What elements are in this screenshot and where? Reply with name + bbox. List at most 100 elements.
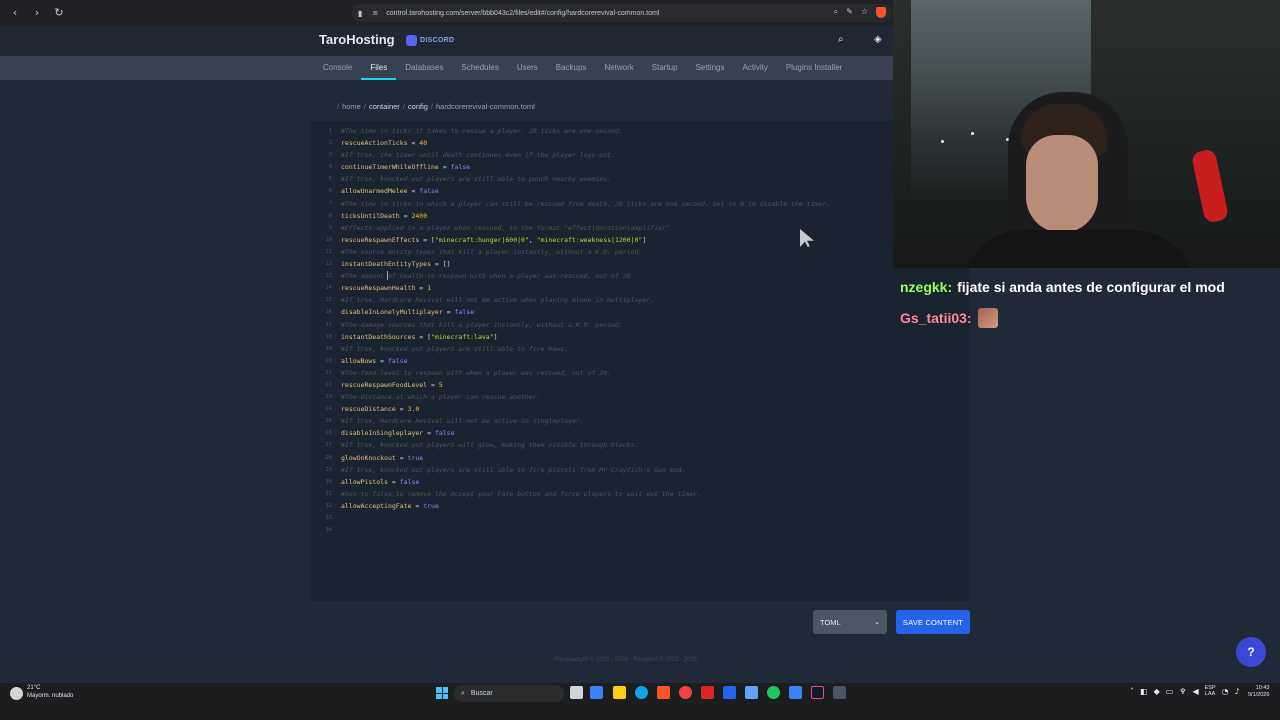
code-line[interactable]: ticksUntilDeath = 2400 — [341, 210, 830, 222]
bookmark-icon[interactable]: ▮ — [358, 9, 362, 18]
tab-databases[interactable]: Databases — [396, 56, 452, 80]
tab-console[interactable]: Console — [314, 56, 361, 80]
code-line[interactable]: rescueRespawnHealth = 1 — [341, 282, 830, 294]
code-token: false — [434, 429, 455, 438]
code-line[interactable]: disableInLonelyMultiplayer = false — [341, 306, 830, 318]
code-line[interactable]: continueTimerWhileOffline = false — [341, 161, 830, 173]
mic-icon[interactable]: ♆ — [1179, 687, 1186, 696]
code-token: "minecraft:lava" — [431, 332, 494, 341]
tab-startup[interactable]: Startup — [643, 56, 687, 80]
code-token: "minecraft:hunger|600|0" — [434, 235, 529, 244]
input-language[interactable]: ESP LAA — [1205, 685, 1216, 697]
code-line[interactable]: #The food level to respawn with when a p… — [341, 367, 830, 379]
code-line[interactable]: #If true, knocked out players will glow,… — [341, 439, 830, 451]
code-line[interactable]: #If true, Hardcore Revival will not be a… — [341, 294, 830, 306]
edit-icon[interactable]: ✎ — [846, 7, 853, 18]
tab-files[interactable]: Files — [361, 56, 397, 80]
code-line[interactable]: #Effects applied to a player when rescue… — [341, 222, 830, 234]
task-view-icon[interactable] — [570, 686, 583, 699]
breadcrumb-file: hardcorerevival-common.toml — [436, 102, 535, 111]
reload-icon[interactable]: ↻ — [52, 6, 66, 20]
obs-icon[interactable] — [679, 686, 692, 699]
start-icon[interactable] — [436, 687, 448, 699]
tab-activity[interactable]: Activity — [733, 56, 776, 80]
code-line[interactable]: allowAcceptingFate = true — [341, 500, 830, 512]
drive-icon[interactable]: ▭ — [1166, 687, 1174, 696]
code-line[interactable]: disableInSingleplayer = false — [341, 427, 830, 439]
volume-icon[interactable]: ◀ — [1192, 687, 1198, 696]
code-line[interactable]: #The source entity types that kill a pla… — [341, 246, 830, 258]
breadcrumb-config[interactable]: config — [408, 102, 428, 111]
brand-logo[interactable]: TaroHosting — [319, 32, 395, 47]
clock[interactable]: 10:43 9/1/2026 — [1248, 685, 1269, 699]
code-line[interactable] — [341, 524, 830, 536]
code-line[interactable]: allowUnarmedMelee = false — [341, 185, 830, 197]
code-line[interactable]: rescueActionTicks = 40 — [341, 137, 830, 149]
tab-backups[interactable]: Backups — [547, 56, 596, 80]
tab-settings[interactable]: Settings — [687, 56, 734, 80]
code-line[interactable]: #If true, Hardcore Revival will not be a… — [341, 415, 830, 427]
back-icon[interactable]: ‹ — [8, 6, 22, 20]
code-line[interactable]: rescueRespawnFoodLevel = 5 — [341, 379, 830, 391]
speaker-icon[interactable]: ♪ — [1235, 687, 1240, 696]
code-line[interactable] — [341, 512, 830, 524]
breadcrumb-container[interactable]: container — [369, 102, 400, 111]
code-line[interactable]: #If true, knocked out players are still … — [341, 173, 830, 185]
save-content-button[interactable]: SAVE CONTENT — [896, 610, 970, 634]
code-line[interactable]: allowBows = false — [341, 355, 830, 367]
network-icon[interactable]: ◧ — [1140, 687, 1148, 696]
code-editor[interactable]: 1 2 3 4 5 6 7 8 9 10 11 12 13 14 15 16 17 18 19 20 21 22 23 24 2… — [310, 121, 970, 601]
tab-schedules[interactable]: Schedules — [453, 56, 508, 80]
tab-users[interactable]: Users — [508, 56, 547, 80]
forward-icon[interactable]: › — [30, 6, 44, 20]
widgets-icon[interactable] — [590, 686, 603, 699]
wifi-icon[interactable]: ◔ — [1222, 687, 1229, 696]
recorder-icon[interactable] — [701, 686, 714, 699]
help-button[interactable]: ? — [1236, 637, 1266, 667]
site-info-icon[interactable]: ≡ — [372, 9, 378, 17]
code-line[interactable]: glowOnKnockout = true — [341, 452, 830, 464]
code-line[interactable]: instantDeathEntityTypes = [] — [341, 258, 830, 270]
star-icon[interactable]: ☆ — [861, 7, 868, 18]
code-content[interactable]: #The time in ticks it takes to rescue a … — [341, 125, 830, 536]
brave-shield-icon[interactable] — [876, 7, 886, 18]
calculator-icon[interactable] — [745, 686, 758, 699]
tab-plugins-installer[interactable]: Plugins Installer — [777, 56, 851, 80]
edge-icon[interactable] — [635, 686, 648, 699]
chevron-up-icon[interactable]: ˄ — [1130, 687, 1134, 696]
weather-icon[interactable] — [10, 687, 23, 700]
code-line[interactable]: #The amount of health to respawn with wh… — [341, 270, 830, 282]
code-line[interactable]: #The damage sources that kill a player i… — [341, 319, 830, 331]
layers-icon[interactable]: ◈ — [874, 34, 882, 45]
breadcrumb-home[interactable]: home — [342, 102, 361, 111]
code-line[interactable]: instantDeathSources = ["minecraft:lava"] — [341, 331, 830, 343]
code-line[interactable]: #Set to false to remove the Accept your … — [341, 488, 830, 500]
zoom-icon[interactable]: ⌕ — [834, 7, 838, 18]
address-bar[interactable]: ▮ ≡ control.tarohosting.com/server/bbb04… — [352, 4, 892, 22]
tab-network[interactable]: Network — [595, 56, 642, 80]
clock-time: 10:43 — [1255, 685, 1270, 691]
shield-icon[interactable]: ◆ — [1154, 687, 1160, 696]
panel-header: TaroHosting DISCORD ⌕ ◈ — [0, 26, 893, 56]
file-explorer-icon[interactable] — [613, 686, 626, 699]
brave-icon[interactable] — [657, 686, 670, 699]
code-line[interactable]: #The distance at which a player can resc… — [341, 391, 830, 403]
code-line[interactable]: #The time in ticks in which a player can… — [341, 198, 830, 210]
code-line[interactable]: rescueDistance = 3.0 — [341, 403, 830, 415]
search-icon[interactable]: ⌕ — [838, 34, 844, 45]
code-line[interactable]: #The time in ticks it takes to rescue a … — [341, 125, 830, 137]
line-number: 18 — [325, 333, 332, 340]
code-line[interactable]: rescueRespawnEffects = ["minecraft:hunge… — [341, 234, 830, 246]
terminal-icon[interactable] — [811, 686, 824, 699]
code-line[interactable]: #If true, knocked out players are still … — [341, 464, 830, 476]
editor-app-icon[interactable] — [723, 686, 736, 699]
vscode-icon[interactable] — [789, 686, 802, 699]
code-line[interactable]: #If true, the timer until death continue… — [341, 149, 830, 161]
taskbar-search[interactable]: ⌕ Buscar — [454, 685, 564, 702]
discord-link[interactable]: DISCORD — [406, 35, 454, 46]
code-line[interactable]: allowPistols = false — [341, 476, 830, 488]
app-icon[interactable] — [833, 686, 846, 699]
language-select[interactable]: TOML ⌄ — [813, 610, 887, 634]
code-line[interactable]: #If true, knocked out players are still … — [341, 343, 830, 355]
spotify-icon[interactable] — [767, 686, 780, 699]
